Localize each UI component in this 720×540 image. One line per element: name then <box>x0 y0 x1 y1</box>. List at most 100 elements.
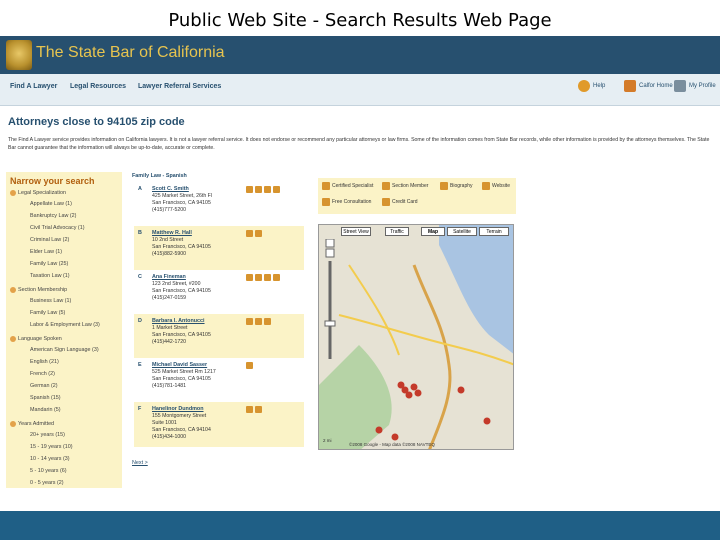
attorney-address-line: 525 Market Street Rm 1217 <box>152 369 216 375</box>
filter-section-label: Years Admitted <box>18 421 55 427</box>
attorney-badge-icon <box>273 274 280 281</box>
site-header: The State Bar of California <box>0 36 720 74</box>
street-view-button[interactable]: Street View <box>341 227 371 236</box>
slide-footer-bar <box>0 511 720 540</box>
credit-card-icon <box>382 198 390 206</box>
legend-section: Section Member <box>382 182 428 190</box>
filter-option[interactable]: Criminal Law (2) <box>30 237 69 243</box>
zoom-control[interactable] <box>323 239 337 369</box>
filter-option[interactable]: German (2) <box>30 383 58 389</box>
attorney-badge-icon <box>264 318 271 325</box>
filter-option[interactable]: Labor & Employment Law (3) <box>30 322 100 328</box>
result-marker-letter: A <box>138 186 142 192</box>
map-scale: 2 mi <box>323 438 332 443</box>
profile-icon <box>674 80 686 92</box>
filter-option[interactable]: American Sign Language (3) <box>30 347 99 353</box>
page-heading: Attorneys close to 94105 zip code <box>8 116 185 128</box>
attorney-name-link[interactable]: Ana Fineman <box>152 274 186 280</box>
filter-option[interactable]: French (2) <box>30 371 55 377</box>
attorney-address-line: San Francisco, CA 94105 <box>152 288 211 294</box>
filter-option[interactable]: 15 - 19 years (10) <box>30 444 73 450</box>
attorney-address-line: (415)442-1720 <box>152 339 187 345</box>
results-map[interactable]: Street View Traffic Map Satellite Terrai… <box>318 224 514 450</box>
collapse-icon <box>10 421 16 427</box>
legend-certified: Certified Specialist <box>322 182 373 190</box>
website-screenshot: The State Bar of California Find A Lawye… <box>0 36 720 506</box>
attorney-name-link[interactable]: Hanelinor Dundmon <box>152 406 204 412</box>
attorney-badge-icon <box>246 318 253 325</box>
attorney-badge-icon <box>246 274 253 281</box>
filter-option[interactable]: Bankruptcy Law (2) <box>30 213 76 219</box>
result-marker-letter: B <box>138 230 142 236</box>
attorney-badge-icon <box>246 406 253 413</box>
attorney-address-line: 10 2nd Street <box>152 237 184 243</box>
filter-section-heading[interactable]: Language Spoken <box>10 336 62 342</box>
legend-panel: Certified Specialist Section Member Biog… <box>318 178 516 214</box>
attorney-address-line: San Francisco, CA 94105 <box>152 376 211 382</box>
next-page-link[interactable]: Next > <box>132 460 148 466</box>
map-type-map[interactable]: Map <box>421 227 445 236</box>
attorney-address-line: San Francisco, CA 94105 <box>152 200 211 206</box>
attorney-address-line: 1 Market Street <box>152 325 188 331</box>
filter-section-heading[interactable]: Years Admitted <box>10 421 54 427</box>
filter-option[interactable]: Civil Trial Advocacy (1) <box>30 225 85 231</box>
attorney-address-line: San Francisco, CA 94105 <box>152 332 211 338</box>
attorney-name-link[interactable]: Barbara I. Antonucci <box>152 318 205 324</box>
nav-lawyer-referral[interactable]: Lawyer Referral Services <box>138 83 221 90</box>
nav-legal-resources[interactable]: Legal Resources <box>70 83 126 90</box>
attorney-badge-icon <box>273 186 280 193</box>
map-type-terrain[interactable]: Terrain <box>479 227 509 236</box>
help-link[interactable]: Help <box>578 80 605 92</box>
filter-option[interactable]: Appellate Law (1) <box>30 201 72 207</box>
home-link[interactable]: Calfor Home <box>624 80 673 92</box>
nav-find-a-lawyer[interactable]: Find A Lawyer <box>10 83 57 90</box>
attorney-badges <box>246 406 264 413</box>
filter-option[interactable]: Mandarin (5) <box>30 407 61 413</box>
attorney-badge-icon <box>246 186 253 193</box>
state-bar-seal-icon <box>6 40 32 70</box>
result-item: A Scott C. Smith 425 Market Street, 26th F… <box>134 182 304 227</box>
filter-option[interactable]: Taxation Law (1) <box>30 273 70 279</box>
filter-option[interactable]: Business Law (1) <box>30 298 71 304</box>
filter-option[interactable]: English (21) <box>30 359 59 365</box>
attorney-badge-icon <box>255 186 262 193</box>
attorney-address-line: 425 Market Street, 26th Fl <box>152 193 212 199</box>
result-item: F Hanelinor Dundmon 155 Montgomery Street S… <box>134 402 304 447</box>
filter-option[interactable]: 10 - 14 years (3) <box>30 456 70 462</box>
result-item: C Ana Fineman 123 2nd Street, #200 San Fran… <box>134 270 304 315</box>
filter-option[interactable]: 5 - 10 years (6) <box>30 468 67 474</box>
attorney-badge-icon <box>255 406 262 413</box>
attorney-address-line: San Francisco, CA 94104 <box>152 427 211 433</box>
filter-section-label: Language Spoken <box>18 336 62 342</box>
filter-option[interactable]: Family Law (5) <box>30 310 65 316</box>
attorney-name-link[interactable]: Michael David Sasser <box>152 362 207 368</box>
filter-section-heading[interactable]: Section Membership <box>10 287 67 293</box>
filter-option[interactable]: Family Law (25) <box>30 261 68 267</box>
attorney-badge-icon <box>255 230 262 237</box>
result-item: B Matthew R. Hall 10 2nd Street San Francis… <box>134 226 304 271</box>
website-icon <box>482 182 490 190</box>
filter-option[interactable]: Elder Law (1) <box>30 249 62 255</box>
attorney-name-link[interactable]: Scott C. Smith <box>152 186 189 192</box>
filter-option[interactable]: 0 - 5 years (2) <box>30 480 64 486</box>
legend-free-consult: Free Consultation <box>322 198 371 206</box>
result-marker-letter: D <box>138 318 142 324</box>
intro-text: The Find A Lawyer service provides infor… <box>8 137 710 151</box>
collapse-icon <box>10 336 16 342</box>
map-copyright: ©2008 Google - Map data ©2008 NAVTEQ <box>349 442 435 447</box>
filter-section-label: Section Membership <box>18 287 68 293</box>
filter-option[interactable]: 20+ years (15) <box>30 432 65 438</box>
site-brand[interactable]: The State Bar of California <box>36 44 225 62</box>
profile-link[interactable]: My Profile <box>674 80 716 92</box>
home-icon <box>624 80 636 92</box>
attorney-address-line: (415)434-1000 <box>152 434 187 440</box>
attorney-address-line: San Francisco, CA 94105 <box>152 244 211 250</box>
narrow-search-title: Narrow your search <box>10 176 95 186</box>
attorney-badges <box>246 362 255 369</box>
map-type-satellite[interactable]: Satellite <box>447 227 477 236</box>
filter-option[interactable]: Spanish (15) <box>30 395 61 401</box>
results-filter[interactable]: Family Law - Spanish <box>132 173 187 179</box>
filter-section-heading[interactable]: Legal Specialization <box>10 190 66 196</box>
traffic-button[interactable]: Traffic <box>385 227 409 236</box>
attorney-name-link[interactable]: Matthew R. Hall <box>152 230 192 236</box>
